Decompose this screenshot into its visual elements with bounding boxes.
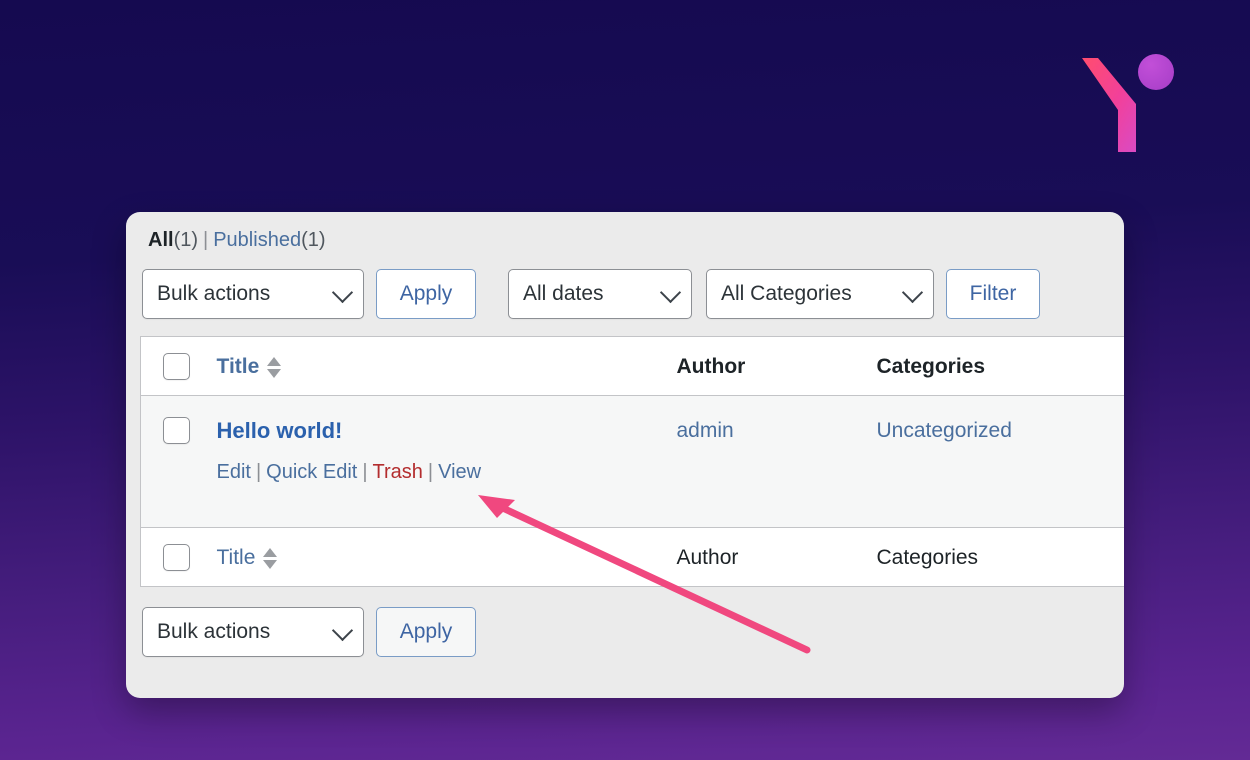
row-action-divider: |	[255, 461, 262, 483]
row-action-edit[interactable]: Edit	[217, 461, 251, 483]
view-all-count: (1)	[173, 229, 199, 251]
row-actions: Edit | Quick Edit | Trash | View	[217, 459, 677, 485]
sort-ascending-icon	[263, 547, 278, 557]
select-all-header-cell	[140, 336, 217, 396]
row-author-cell: admin	[676, 395, 877, 528]
row-action-divider: |	[362, 461, 368, 483]
sort-indicator-icon[interactable]	[267, 356, 282, 378]
column-footer-categories-label: Categories	[876, 546, 979, 569]
categories-filter-select[interactable]: All Categories	[706, 269, 934, 319]
view-published-count: (1)	[301, 229, 326, 251]
apply-button-bottom[interactable]: Apply	[376, 607, 476, 657]
view-published-label[interactable]: Published	[213, 229, 301, 251]
column-footer-categories: Categories	[876, 527, 1124, 587]
bulk-actions-select-bottom[interactable]: Bulk actions	[142, 607, 364, 657]
filter-button[interactable]: Filter	[946, 269, 1040, 319]
table-header-row: Title Author Categories	[140, 336, 1124, 396]
y-mark-logo	[1082, 54, 1174, 152]
row-action-view[interactable]: View	[438, 461, 481, 483]
column-header-categories-label: Categories	[876, 355, 986, 378]
row-checkbox[interactable]	[163, 417, 190, 444]
select-all-checkbox-top[interactable]	[163, 353, 190, 380]
row-select-cell	[140, 395, 217, 528]
bulk-actions-value-top: Bulk actions	[157, 282, 271, 305]
row-action-quick-edit[interactable]: Quick Edit	[266, 461, 357, 483]
select-all-footer-cell	[140, 527, 217, 587]
chevron-down-icon	[331, 281, 354, 304]
row-title-cell: Hello world! Edit | Quick Edit | Trash | View	[216, 395, 677, 528]
logo-dot-icon	[1138, 54, 1174, 90]
apply-button-top[interactable]: Apply	[376, 269, 476, 319]
column-footer-author: Author	[676, 527, 877, 587]
sort-indicator-icon[interactable]	[263, 547, 278, 569]
bulk-actions-value-bottom: Bulk actions	[157, 620, 271, 643]
chevron-down-icon	[331, 619, 354, 642]
bulk-actions-select-top[interactable]: Bulk actions	[142, 269, 364, 319]
post-title-link[interactable]: Hello world!	[217, 417, 677, 445]
column-footer-title[interactable]: Title	[216, 527, 677, 587]
view-all-label[interactable]: All	[148, 229, 174, 251]
sort-descending-icon	[267, 368, 282, 378]
table-footer-row: Title Author Categories	[140, 527, 1124, 587]
posts-table: Title Author Categories Hello world! Edi…	[140, 336, 1124, 587]
row-action-trash[interactable]: Trash	[373, 461, 423, 483]
chevron-down-icon	[659, 281, 682, 304]
row-action-divider: |	[427, 461, 434, 483]
column-footer-title-label: Title	[216, 546, 256, 569]
column-header-title[interactable]: Title	[216, 336, 677, 396]
chevron-down-icon	[901, 281, 924, 304]
views-separator: |	[203, 229, 209, 251]
categories-filter-value: All Categories	[721, 282, 852, 305]
column-header-categories: Categories	[876, 336, 1124, 396]
column-header-author: Author	[676, 336, 877, 396]
posts-list-panel: All(1) | Published(1) Bulk actions Apply A…	[126, 212, 1124, 698]
tablenav-bottom: Bulk actions Apply	[126, 587, 1124, 657]
dates-filter-value: All dates	[523, 282, 604, 305]
column-footer-author-label: Author	[676, 546, 739, 569]
post-category-link[interactable]: Uncategorized	[877, 419, 1012, 442]
sort-descending-icon	[263, 559, 278, 569]
column-header-title-label: Title	[216, 355, 260, 378]
row-categories-cell: Uncategorized	[876, 395, 1124, 528]
select-all-checkbox-bottom[interactable]	[163, 544, 190, 571]
tablenav-top: Bulk actions Apply All dates All Categor…	[126, 252, 1124, 336]
post-status-views: All(1) | Published(1)	[126, 212, 1124, 252]
sort-ascending-icon	[267, 356, 282, 366]
table-row: Hello world! Edit | Quick Edit | Trash | View …	[140, 395, 1124, 528]
post-author-link[interactable]: admin	[677, 419, 734, 442]
column-header-author-label: Author	[676, 355, 746, 378]
dates-filter-select[interactable]: All dates	[508, 269, 692, 319]
